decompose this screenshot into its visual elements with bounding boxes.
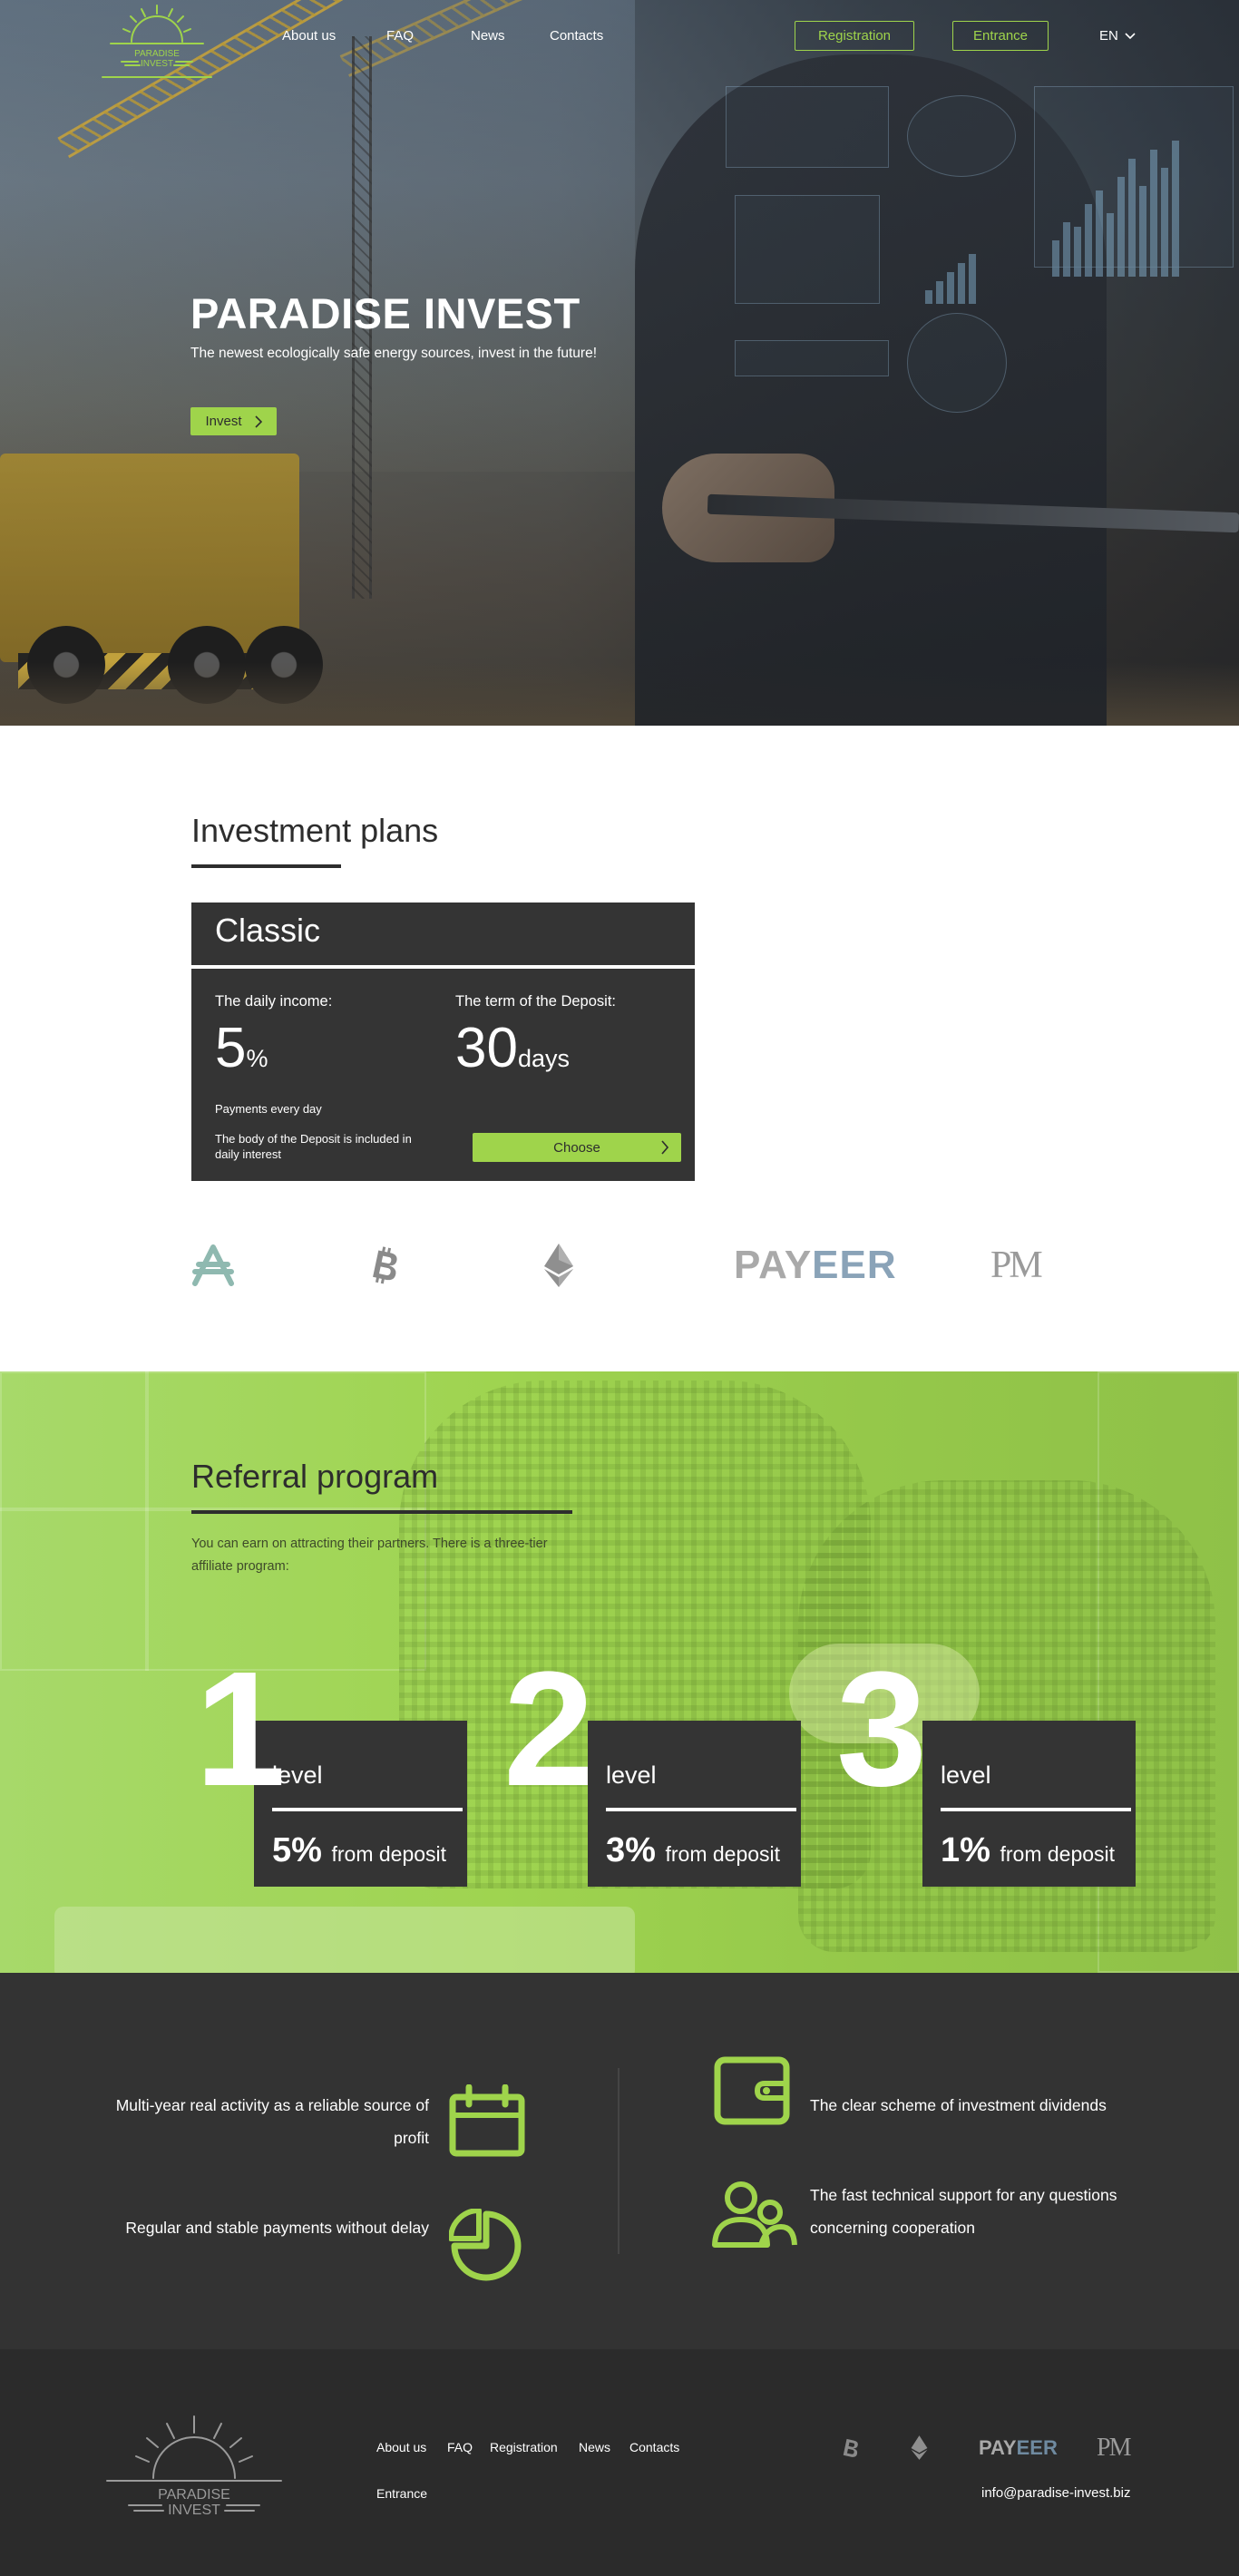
bitcoin-logo <box>367 1238 400 1293</box>
level-number: 2 <box>503 1638 595 1820</box>
deposit-body-note: The body of the Deposit is included in d… <box>215 1132 412 1161</box>
feature-stable-payments: Regular and stable payments without dela… <box>125 2219 429 2237</box>
ethereum-icon <box>911 2435 928 2460</box>
invest-button[interactable]: Invest <box>190 407 277 435</box>
wallet-icon <box>714 2056 790 2125</box>
entrance-button[interactable]: Entrance <box>952 21 1049 51</box>
payments-note: Payments every day <box>215 1102 322 1116</box>
deposit-term-label: The term of the Deposit: <box>455 993 616 1010</box>
footer: PARADISE INVEST About us FAQ Registratio… <box>0 2349 1239 2576</box>
laptop-image <box>54 1907 635 1973</box>
level-percent: 5% from deposit <box>272 1831 447 1869</box>
level-percent: 3% from deposit <box>606 1831 781 1869</box>
footer-email-link[interactable]: info@paradise-invest.biz <box>981 2485 1130 2501</box>
nav-contacts[interactable]: Contacts <box>550 28 603 44</box>
plan-card-classic: Classic The daily income: The term of th… <box>191 903 695 1181</box>
plan-name: Classic <box>215 912 321 949</box>
referral-level-card: level 3% from deposit <box>588 1721 801 1887</box>
top-navigation: PARADISE INVEST About us FAQ News Contac… <box>0 0 1239 78</box>
footer-link-contacts[interactable]: Contacts <box>629 2440 679 2454</box>
hero-title: PARADISE INVEST <box>190 289 580 337</box>
level-percent: 1% from deposit <box>941 1831 1116 1869</box>
ethereum-icon <box>544 1244 573 1287</box>
level-number: 1 <box>195 1638 287 1820</box>
chevron-right-icon <box>661 1140 668 1155</box>
svg-text:INVEST: INVEST <box>141 59 173 69</box>
language-label: EN <box>1099 28 1118 44</box>
window-frame-image <box>0 1371 426 1671</box>
registration-button[interactable]: Registration <box>795 21 914 51</box>
advcash-logo <box>191 1238 235 1293</box>
sun-logo-icon: PARADISE INVEST <box>102 5 212 78</box>
plan-divider <box>191 965 695 969</box>
feature-reliable-activity: Multi-year real activity as a reliable s… <box>115 2096 429 2147</box>
choose-plan-button[interactable]: Choose <box>473 1133 681 1162</box>
nav-news[interactable]: News <box>471 28 505 44</box>
nav-faq[interactable]: FAQ <box>386 28 414 44</box>
payeer-logo: PAYEER <box>979 2436 1058 2459</box>
payeer-logo: PAYEER <box>734 1243 897 1287</box>
chevron-right-icon <box>254 415 262 428</box>
investment-plans-title: Investment plans <box>191 812 439 849</box>
ethereum-logo <box>543 1238 574 1293</box>
feature-clear-scheme: The clear scheme of investment dividends <box>810 2096 1107 2114</box>
daily-income-label: The daily income: <box>215 993 333 1010</box>
level-divider <box>606 1808 796 1811</box>
nav-about-us[interactable]: About us <box>282 28 336 44</box>
level-number: 3 <box>836 1638 928 1820</box>
footer-link-faq[interactable]: FAQ <box>447 2440 473 2454</box>
referral-level-card: level 1% from deposit <box>922 1721 1136 1887</box>
bitcoin-icon <box>373 1246 397 1284</box>
level-word: level <box>941 1761 991 1789</box>
logo[interactable]: PARADISE INVEST <box>102 4 212 78</box>
features-section: Multi-year real activity as a reliable s… <box>0 1973 1239 2349</box>
svg-text:PARADISE: PARADISE <box>158 2487 230 2503</box>
hero-subtitle: The newest ecologically safe energy sour… <box>190 346 598 361</box>
referral-section: Referral program You can earn on attract… <box>0 1371 1239 1973</box>
features-divider <box>618 2068 620 2254</box>
invest-button-label: Invest <box>205 414 242 429</box>
referral-title: Referral program <box>191 1458 439 1495</box>
hologram-dashboard-image <box>726 86 1239 494</box>
support-users-icon <box>712 2181 797 2248</box>
choose-label: Choose <box>553 1139 600 1156</box>
deposit-term-value: 30days <box>455 1017 571 1079</box>
advcash-icon <box>192 1244 234 1286</box>
perfect-money-logo: PM <box>990 1244 1043 1286</box>
level-word: level <box>606 1761 657 1789</box>
footer-link-about-us[interactable]: About us <box>376 2440 426 2454</box>
feature-technical-support: The fast technical support for any quest… <box>810 2186 1117 2237</box>
footer-link-news[interactable]: News <box>579 2440 610 2454</box>
level-divider <box>272 1808 463 1811</box>
section-underline <box>191 1510 572 1514</box>
footer-link-registration[interactable]: Registration <box>490 2440 558 2454</box>
window-frame-image <box>145 1371 149 1671</box>
calendar-icon <box>449 2084 525 2157</box>
level-divider <box>941 1808 1131 1811</box>
perfect-money-logo: PM <box>1097 2434 1131 2462</box>
bitcoin-icon <box>843 2438 858 2457</box>
hero-section <box>0 0 1239 726</box>
language-selector[interactable]: EN <box>1099 28 1136 44</box>
referral-level-card: level 5% from deposit <box>254 1721 467 1887</box>
daily-income-value: 5% <box>215 1017 268 1079</box>
chevron-down-icon <box>1125 32 1136 39</box>
svg-text:INVEST: INVEST <box>168 2503 220 2518</box>
section-underline <box>191 864 341 868</box>
svg-text:PARADISE: PARADISE <box>134 49 180 59</box>
footer-link-entrance[interactable]: Entrance <box>376 2486 427 2501</box>
pie-chart-icon <box>449 2209 522 2281</box>
referral-description: You can earn on attracting their partner… <box>191 1537 548 1574</box>
footer-logo[interactable]: PARADISE INVEST <box>105 2415 283 2523</box>
